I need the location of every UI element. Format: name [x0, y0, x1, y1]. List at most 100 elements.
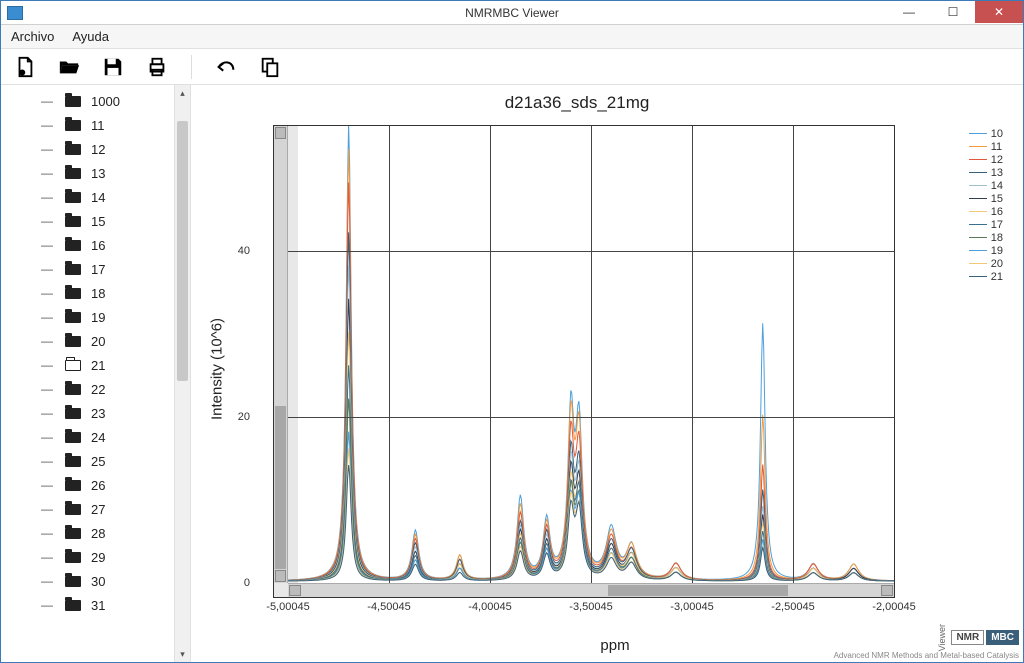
plot-x-left-icon[interactable] — [289, 585, 301, 596]
tree-item[interactable]: —14 — [1, 185, 174, 209]
tree-pane: —1000—11—12—13—14—15—16—17—18—19—20—21—2… — [1, 85, 191, 662]
tree-item-label: 12 — [91, 142, 105, 157]
scroll-down-icon[interactable]: ▾ — [175, 646, 190, 662]
folder-icon — [65, 192, 81, 203]
folder-icon — [65, 504, 81, 515]
maximize-button[interactable]: ☐ — [931, 1, 975, 23]
x-tick: -2,50045 — [771, 601, 814, 613]
folder-icon — [65, 264, 81, 275]
tree-item[interactable]: —25 — [1, 449, 174, 473]
toolbar-separator — [191, 55, 192, 79]
y-tick: 20 — [238, 411, 250, 423]
tree-item-label: 13 — [91, 166, 105, 181]
logo-viewer: Viewer — [937, 624, 947, 651]
legend-item: 13 — [969, 166, 1003, 179]
folder-icon — [65, 408, 81, 419]
print-button[interactable] — [145, 55, 169, 79]
tree-item-label: 26 — [91, 478, 105, 493]
menu-help[interactable]: Ayuda — [72, 29, 109, 44]
legend-label: 18 — [991, 232, 1003, 244]
undo-button[interactable] — [214, 55, 238, 79]
tree-item[interactable]: —15 — [1, 209, 174, 233]
plot-x-scrollbar[interactable] — [288, 583, 894, 597]
plot-y-up-icon[interactable] — [275, 127, 286, 139]
tree-item[interactable]: —29 — [1, 545, 174, 569]
legend-label: 15 — [991, 193, 1003, 205]
folder-icon — [65, 144, 81, 155]
copy-button[interactable] — [258, 55, 282, 79]
open-button[interactable] — [57, 55, 81, 79]
legend-item: 16 — [969, 205, 1003, 218]
x-tick: -5,00045 — [266, 601, 309, 613]
legend-label: 16 — [991, 206, 1003, 218]
plot-x-right-icon[interactable] — [881, 585, 893, 596]
legend-label: 21 — [991, 271, 1003, 283]
tree-item[interactable]: —22 — [1, 377, 174, 401]
tree-item-label: 30 — [91, 574, 105, 589]
tree-item[interactable]: —17 — [1, 257, 174, 281]
plot-title: d21a36_sds_21mg — [135, 93, 1019, 113]
window-title: NMRMBC Viewer — [1, 6, 1023, 20]
legend-item: 17 — [969, 218, 1003, 231]
folder-icon — [65, 120, 81, 131]
tree-item-label: 17 — [91, 262, 105, 277]
tree-item[interactable]: —26 — [1, 473, 174, 497]
tree-item-label: 1000 — [91, 94, 120, 109]
toolbar — [1, 49, 1023, 85]
plot-y-scrollbar[interactable] — [274, 126, 288, 583]
legend-label: 10 — [991, 128, 1003, 140]
tree-item[interactable]: —16 — [1, 233, 174, 257]
new-doc-button[interactable] — [13, 55, 37, 79]
save-button[interactable] — [101, 55, 125, 79]
x-tick: -4,00045 — [468, 601, 511, 613]
tree-item[interactable]: —12 — [1, 137, 174, 161]
tree-item[interactable]: —23 — [1, 401, 174, 425]
tree-item-label: 16 — [91, 238, 105, 253]
legend-item: 21 — [969, 270, 1003, 283]
legend-item: 14 — [969, 179, 1003, 192]
brand-logo: Viewer NMR MBC Advanced NMR Methods and … — [834, 624, 1019, 660]
tree-scrollbar-thumb[interactable] — [177, 121, 188, 381]
x-tick: -3,50045 — [569, 601, 612, 613]
menubar: Archivo Ayuda — [1, 25, 1023, 49]
tree-item[interactable]: —28 — [1, 521, 174, 545]
minimize-button[interactable]: — — [887, 1, 931, 23]
tree-item[interactable]: —31 — [1, 593, 174, 617]
folder-icon — [65, 336, 81, 347]
plot-y-thumb[interactable] — [275, 406, 286, 569]
tree-item[interactable]: —18 — [1, 281, 174, 305]
folder-icon — [65, 576, 81, 587]
tree-item[interactable]: —19 — [1, 305, 174, 329]
x-tick: -3,00045 — [670, 601, 713, 613]
close-button[interactable]: ✕ — [975, 1, 1023, 23]
legend-label: 20 — [991, 258, 1003, 270]
tree-item[interactable]: —24 — [1, 425, 174, 449]
plot-y-down-icon[interactable] — [275, 570, 286, 582]
logo-nmr: NMR — [951, 630, 984, 645]
logo-mbc: MBC — [986, 630, 1019, 645]
legend-label: 14 — [991, 180, 1003, 192]
legend-item: 10 — [969, 127, 1003, 140]
titlebar: NMRMBC Viewer — ☐ ✕ — [1, 1, 1023, 25]
tree-scrollbar[interactable]: ▴ ▾ — [174, 85, 190, 662]
legend-item: 18 — [969, 231, 1003, 244]
tree-item[interactable]: —21 — [1, 353, 174, 377]
plot-x-thumb[interactable] — [608, 585, 788, 596]
app-icon — [7, 6, 23, 20]
folder-icon — [65, 384, 81, 395]
tree-item[interactable]: —11 — [1, 113, 174, 137]
tree-item[interactable]: —13 — [1, 161, 174, 185]
tree-item[interactable]: —20 — [1, 329, 174, 353]
folder-icon — [65, 312, 81, 323]
logo-tagline: Advanced NMR Methods and Metal-based Cat… — [834, 651, 1019, 660]
folder-icon — [65, 168, 81, 179]
tree-item[interactable]: —30 — [1, 569, 174, 593]
x-tick: -2,00045 — [872, 601, 915, 613]
tree-item-label: 27 — [91, 502, 105, 517]
menu-file[interactable]: Archivo — [11, 29, 54, 44]
folder-icon — [65, 216, 81, 227]
folder-icon — [65, 96, 81, 107]
tree-item[interactable]: —27 — [1, 497, 174, 521]
legend-label: 13 — [991, 167, 1003, 179]
plot-area[interactable]: -5,00045-4,50045-4,00045-3,50045-3,00045… — [273, 125, 895, 598]
